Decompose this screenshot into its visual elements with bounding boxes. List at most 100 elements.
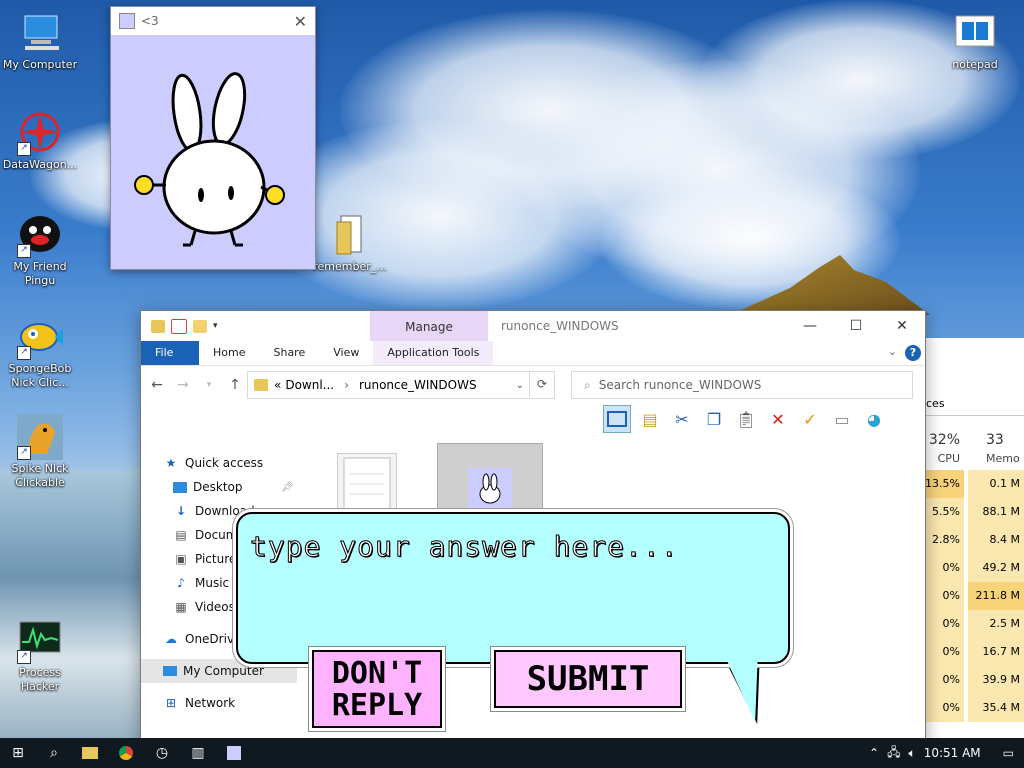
task-manager-row[interactable]: 0% 16.7 M: [924, 638, 1024, 666]
minimize-button[interactable]: —: [787, 311, 833, 341]
bunny-app-icon: [119, 13, 135, 29]
task-manager-row[interactable]: 0% 39.9 M: [924, 666, 1024, 694]
close-button[interactable]: ✕: [879, 311, 925, 341]
bunny-window-titlebar[interactable]: <3 ✕: [111, 7, 315, 35]
download-arrow-icon: ↓: [175, 504, 187, 518]
memory-value: 35.4 M: [968, 694, 1024, 722]
bunny-illustration: [134, 72, 285, 247]
breadcrumb-runonce[interactable]: runonce_WINDOWS: [359, 378, 477, 392]
desktop-icon-remember[interactable]: remember_...: [310, 212, 390, 274]
search-box[interactable]: ⌕ Search runonce_WINDOWS: [571, 371, 913, 399]
copy-icon[interactable]: ❐: [701, 406, 727, 432]
start-windows-icon[interactable]: ⊞: [0, 738, 36, 768]
tab-file[interactable]: File: [141, 341, 199, 365]
memory-value: 8.4 M: [968, 526, 1024, 554]
notification-icon[interactable]: ▭: [1003, 746, 1014, 760]
desktop-icon-datawagon[interactable]: ↗ DataWagon...: [0, 110, 80, 172]
task-manager-window[interactable]: ces 32% CPU 33 Memo 13.5% 0.1 M 5.5% 88.1 M…: [924, 338, 1024, 738]
desktop-icon-spongebob[interactable]: ↗ SpongeBob Nick Clic...: [0, 314, 80, 390]
recent-chevron-icon[interactable]: ▾: [201, 380, 217, 390]
back-arrow-icon[interactable]: ←: [149, 377, 165, 393]
clock-time[interactable]: 10:51 AM: [924, 746, 981, 760]
folder-view-icon[interactable]: ▤: [637, 406, 663, 432]
paste-icon[interactable]: 📋︎: [733, 406, 759, 432]
task-manager-row[interactable]: 5.5% 88.1 M: [924, 498, 1024, 526]
nav-quick-access[interactable]: ★ Quick access: [141, 451, 301, 475]
help-icon[interactable]: ?: [905, 345, 921, 361]
layout-icon[interactable]: [603, 405, 631, 433]
task-manager-row[interactable]: 0% 49.2 M: [924, 554, 1024, 582]
new-folder-icon[interactable]: [193, 319, 207, 333]
desktop-icon-notepad[interactable]: notepad: [935, 10, 1015, 72]
forward-arrow-icon[interactable]: →: [175, 377, 191, 393]
chrome-icon[interactable]: [108, 738, 144, 768]
cpu-value: 0%: [924, 694, 964, 722]
desktop-icon-process-hacker[interactable]: ↗ Process Hacker: [0, 618, 80, 694]
cpu-value: 0%: [924, 666, 964, 694]
desktop-icon-pingu[interactable]: ↗ My Friend Pingu: [0, 212, 80, 288]
properties-icon[interactable]: [171, 318, 187, 334]
music-note-icon: ♪: [177, 576, 185, 590]
maximize-button[interactable]: ☐: [833, 311, 879, 341]
tab-application-tools[interactable]: Application Tools: [373, 341, 494, 365]
tab-view[interactable]: View: [319, 341, 373, 365]
refresh-icon[interactable]: ⟳: [529, 371, 554, 397]
bunny-window[interactable]: <3 ✕: [110, 6, 316, 270]
file-explorer-icon[interactable]: [72, 738, 108, 768]
shortcut-arrow-icon: ↗: [17, 244, 31, 258]
manage-contextual-tab[interactable]: Manage: [370, 311, 488, 341]
breadcrumb-downloads[interactable]: Downl...: [285, 378, 334, 392]
computer-icon: [17, 10, 63, 56]
cpu-value: 0%: [924, 610, 964, 638]
task-manager-row[interactable]: 0% 211.8 M: [924, 582, 1024, 610]
search-icon[interactable]: ⌕: [36, 738, 72, 768]
cpu-column-label[interactable]: CPU: [924, 452, 960, 465]
memory-value: 0.1 M: [968, 470, 1024, 498]
task-manager-row[interactable]: 0% 2.5 M: [924, 610, 1024, 638]
datawagon-icon: ↗: [17, 110, 63, 156]
task-manager-icon[interactable]: ▥: [180, 738, 216, 768]
search-placeholder: Search runonce_WINDOWS: [598, 378, 762, 392]
submit-button[interactable]: SUBMIT: [494, 650, 682, 708]
nav-network[interactable]: ⊞ Network: [141, 691, 301, 715]
chevron-down-icon[interactable]: ⌄: [516, 380, 524, 391]
tab-share[interactable]: Share: [259, 341, 319, 365]
tab-home[interactable]: Home: [199, 341, 259, 365]
chevron-down-icon[interactable]: ▾: [213, 321, 218, 331]
fish-icon: ↗: [17, 314, 63, 360]
task-manager-row[interactable]: 13.5% 0.1 M: [924, 470, 1024, 498]
desktop-icon-my-computer[interactable]: My Computer: [0, 10, 80, 72]
desktop-icon-spike[interactable]: ↗ Spike Nick Clickable: [0, 414, 80, 490]
memory-value: 88.1 M: [968, 498, 1024, 526]
rename-icon[interactable]: ▭: [829, 406, 855, 432]
address-bar[interactable]: « Downl... › runonce_WINDOWS ⌄: [247, 371, 555, 399]
chevron-down-icon[interactable]: ⌄: [888, 345, 897, 358]
shell-icon[interactable]: ◕: [861, 406, 887, 432]
up-arrow-icon[interactable]: ↑: [227, 377, 243, 393]
bunny-app-icon[interactable]: [216, 738, 252, 768]
task-manager-row[interactable]: 0% 35.4 M: [924, 694, 1024, 722]
close-icon[interactable]: ✕: [294, 12, 307, 31]
system-tray: ⌃ 🖧︎ 🔈︎ 10:51 AM ▭: [869, 738, 1024, 768]
cpu-value: 13.5%: [924, 470, 964, 498]
quick-access-toolbar: ▾: [141, 318, 218, 334]
memory-value: 2.5 M: [968, 610, 1024, 638]
dont-reply-button[interactable]: DON'T REPLY: [312, 650, 442, 728]
checkmark-icon[interactable]: ✓: [797, 406, 823, 432]
memory-column-label[interactable]: Memo: [986, 452, 1024, 465]
explorer-titlebar[interactable]: ▾ Manage runonce_WINDOWS — ☐ ✕: [141, 311, 925, 341]
pin-icon[interactable]: 📌︎: [281, 482, 294, 493]
task-manager-tab[interactable]: ces: [924, 395, 1024, 416]
memory-value: 16.7 M: [968, 638, 1024, 666]
chevron-up-icon[interactable]: ⌃: [869, 746, 879, 760]
scissors-icon[interactable]: ✂: [669, 406, 695, 432]
task-manager-row[interactable]: 2.8% 8.4 M: [924, 526, 1024, 554]
delete-icon[interactable]: ✕: [765, 406, 791, 432]
clock-app-icon[interactable]: ◷: [144, 738, 180, 768]
network-icon[interactable]: 🖧︎: [887, 743, 900, 764]
folder-icon[interactable]: [151, 319, 165, 333]
shortcut-arrow-icon: ↗: [17, 446, 31, 460]
nav-desktop[interactable]: Desktop 📌︎: [141, 475, 301, 499]
answer-input[interactable]: [248, 528, 772, 564]
volume-icon[interactable]: 🔈︎: [908, 746, 915, 761]
